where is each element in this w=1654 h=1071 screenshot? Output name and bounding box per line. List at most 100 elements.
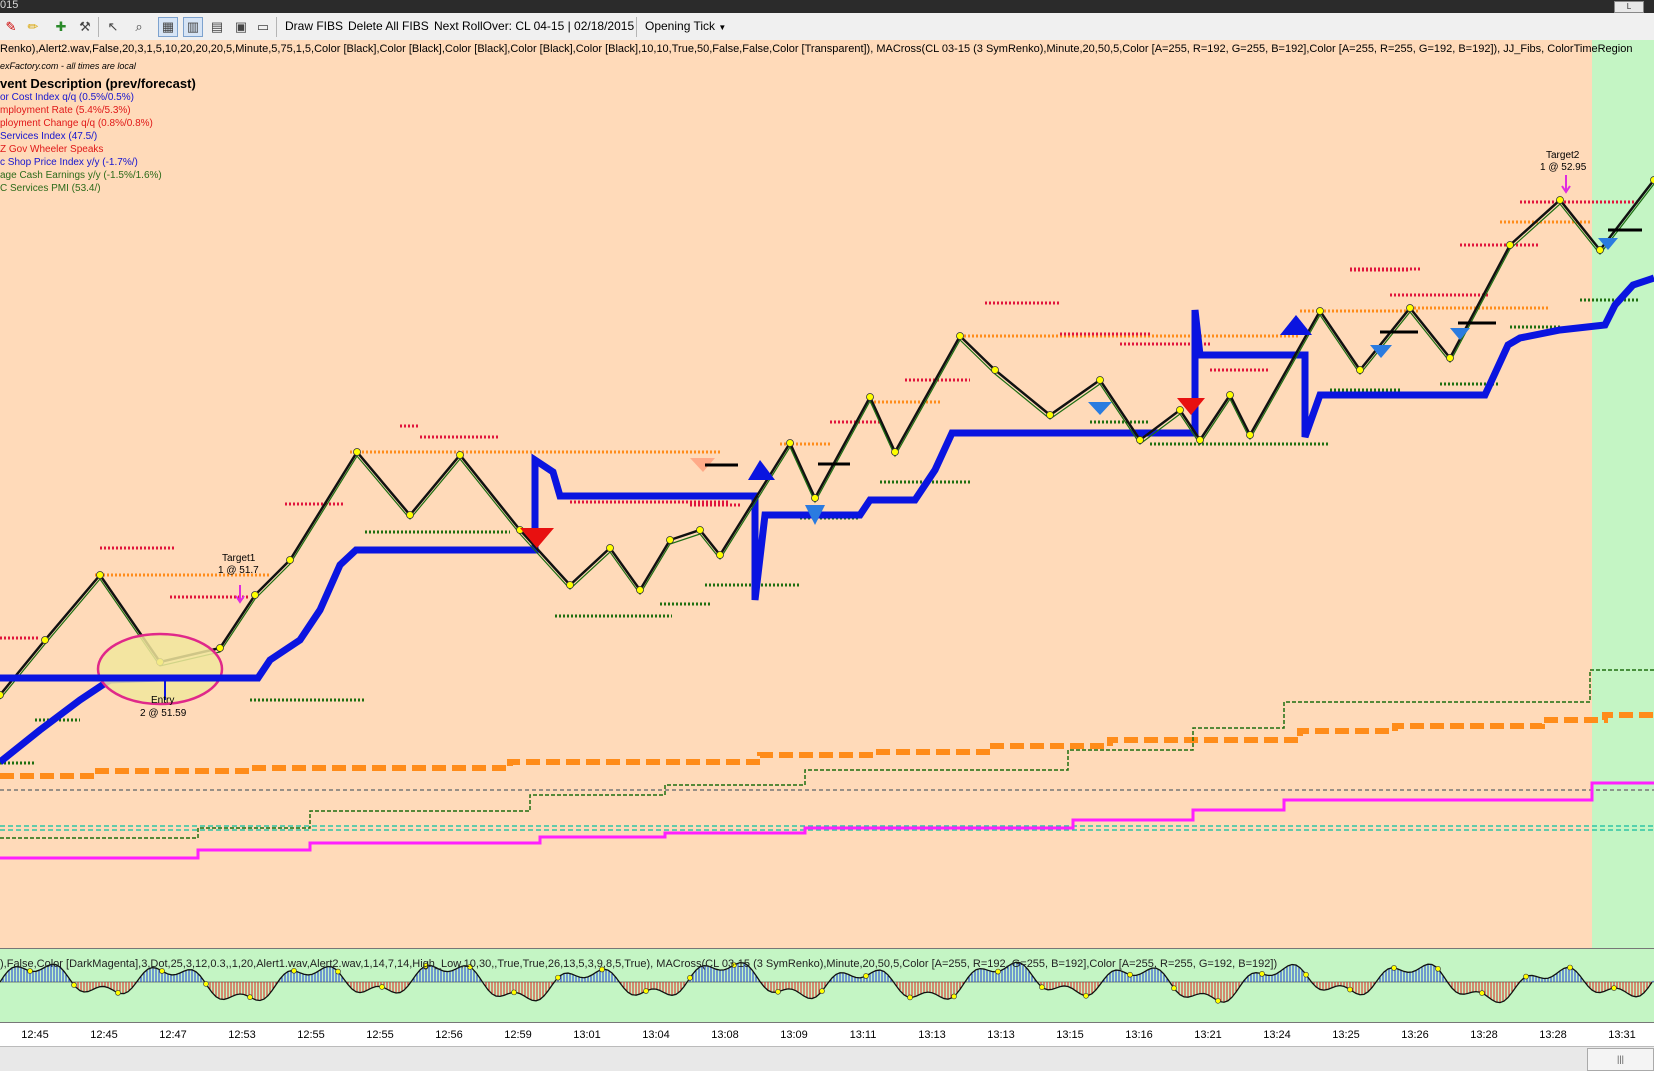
magenta-step-line: [0, 783, 1654, 858]
window-icon[interactable]: ▭: [254, 18, 272, 36]
target2-label: Target2: [1546, 150, 1579, 161]
properties-icon[interactable]: ▣: [232, 18, 250, 36]
line-chart-icon[interactable]: ▤: [208, 18, 226, 36]
event-item: age Cash Earnings y/y (-1.5%/1.6%): [0, 170, 162, 181]
swing-point-marker: [667, 537, 674, 544]
draw-fibs-button[interactable]: Draw FIBS: [285, 19, 343, 33]
swing-point-marker: [1247, 432, 1254, 439]
forexfactory-note: exFactory.com - all times are local: [0, 61, 136, 71]
swing-point-marker: [1651, 177, 1654, 184]
oscillator-dot-marker: [1084, 993, 1089, 998]
oscillator-dot-marker: [1612, 986, 1617, 991]
swing-point-marker: [97, 572, 104, 579]
next-rollover-label: Next RollOver: CL 04-15 | 02/18/2015: [434, 19, 634, 33]
time-axis-label: 13:01: [573, 1029, 601, 1041]
swing-point-marker: [354, 449, 361, 456]
opening-tick-dropdown[interactable]: Opening Tick ▼: [645, 19, 726, 33]
swing-point-marker: [787, 440, 794, 447]
data-box-icon[interactable]: ▦: [158, 17, 178, 37]
price-plot: [0, 40, 1654, 948]
time-axis-label: 13:08: [711, 1029, 739, 1041]
delete-fibs-button[interactable]: Delete All FIBS: [348, 19, 429, 33]
time-axis-label: 13:04: [642, 1029, 670, 1041]
swing-point-marker: [697, 527, 704, 534]
oscillator-dot-marker: [820, 989, 825, 994]
entry-value: 2 @ 51.59: [140, 708, 186, 719]
time-axis-label: 13:15: [1056, 1029, 1084, 1041]
window-title: 015: [0, 0, 18, 11]
time-axis-label: 12:45: [21, 1029, 49, 1041]
swing-point-marker: [867, 394, 874, 401]
add-indicator-icon[interactable]: ✚: [52, 18, 70, 36]
swing-point-marker: [992, 367, 999, 374]
oscillator-panel[interactable]: ),False,Color [DarkMagenta],3,Dot,25,3,1…: [0, 948, 1654, 1023]
swing-point-marker: [1197, 437, 1204, 444]
pen-icon[interactable]: ✎: [2, 18, 20, 36]
swing-point-marker: [42, 637, 49, 644]
strategy-icon[interactable]: ⚒: [76, 18, 94, 36]
swing-point-marker: [1507, 242, 1514, 249]
minimize-button[interactable]: L: [1614, 1, 1644, 13]
swing-point-marker: [717, 552, 724, 559]
chevron-down-icon: ▼: [718, 23, 726, 32]
sell-signal-icon: [520, 528, 554, 548]
time-axis: 12:4512:4512:4712:5312:5512:5512:5612:59…: [0, 1022, 1654, 1047]
bar-chart-icon[interactable]: ▥: [183, 17, 203, 37]
entry-highlight-ellipse: [98, 634, 222, 704]
time-axis-label: 13:11: [850, 1029, 877, 1041]
oscillator-dot-marker: [1436, 966, 1441, 971]
target1-value: 1 @ 51.7: [218, 565, 259, 576]
time-axis-label: 13:28: [1470, 1029, 1498, 1041]
swing-point-marker: [1597, 247, 1604, 254]
swing-point-marker: [1047, 412, 1054, 419]
pencil-icon[interactable]: ✏: [24, 18, 42, 36]
pointer-icon[interactable]: ↖: [104, 18, 122, 36]
event-item: Services Index (47.5/): [0, 131, 97, 142]
chart-toolbar: ✎ ✏ ✚ ⚒ ↖ ⌕ ▦ ▥ ▤ ▣ ▭ Draw FIBS Delete A…: [0, 13, 1654, 41]
time-axis-label: 13:31: [1608, 1029, 1636, 1041]
ma-arrow-marker: [748, 460, 775, 480]
oscillator-dot-marker: [908, 995, 913, 1000]
zoom-icon[interactable]: ⌕: [130, 18, 148, 36]
entry-label: Entry: [151, 695, 174, 706]
opening-tick-label: Opening Tick: [645, 19, 715, 33]
time-axis-label: 13:25: [1332, 1029, 1360, 1041]
swing-point-marker: [1097, 377, 1104, 384]
orange-dashed-step-line: [0, 715, 1654, 776]
time-axis-label: 13:26: [1401, 1029, 1429, 1041]
event-item: or Cost Index q/q (0.5%/0.5%): [0, 92, 134, 103]
horizontal-scrollbar[interactable]: |||: [0, 1046, 1654, 1071]
oscillator-dot-marker: [204, 981, 209, 986]
oscillator-dot-marker: [776, 989, 781, 994]
swing-point-marker: [1177, 407, 1184, 414]
indicator-parameters: Renko),Alert2.wav,False,20,3,1,5,10,20,2…: [0, 43, 1632, 55]
oscillator-dot-marker: [1480, 991, 1485, 996]
oscillator-dot-marker: [952, 994, 957, 999]
oscillator-dot-marker: [556, 975, 561, 980]
scrollbar-thumb[interactable]: |||: [1587, 1048, 1654, 1071]
target1-label: Target1: [222, 553, 255, 564]
toolbar-separator: [98, 17, 99, 37]
time-axis-label: 12:56: [435, 1029, 463, 1041]
window-titlebar: 015 L: [0, 0, 1654, 13]
target2-arrow-icon: [1562, 175, 1570, 192]
oscillator-dot-marker: [248, 995, 253, 1000]
swing-point-marker: [957, 333, 964, 340]
time-axis-label: 13:13: [918, 1029, 946, 1041]
oscillator-dot-marker: [1348, 987, 1353, 992]
target2-value: 1 @ 52.95: [1540, 162, 1586, 173]
swing-point-marker: [1317, 308, 1324, 315]
oscillator-dot-marker: [1392, 965, 1397, 970]
oscillator-dot-marker: [1304, 972, 1309, 977]
price-series-line: [0, 180, 1654, 695]
price-series-line-shadow: [0, 184, 1654, 699]
event-item: Z Gov Wheeler Speaks: [0, 144, 103, 155]
oscillator-dot-marker: [1524, 974, 1529, 979]
time-axis-label: 12:55: [297, 1029, 325, 1041]
swing-point-marker: [1357, 367, 1364, 374]
time-axis-label: 12:45: [90, 1029, 118, 1041]
swing-point-marker: [217, 645, 224, 652]
price-chart-panel[interactable]: Renko),Alert2.wav,False,20,3,1,5,10,20,2…: [0, 40, 1654, 948]
oscillator-dot-marker: [116, 990, 121, 995]
event-item: C Services PMI (53.4/): [0, 183, 101, 194]
